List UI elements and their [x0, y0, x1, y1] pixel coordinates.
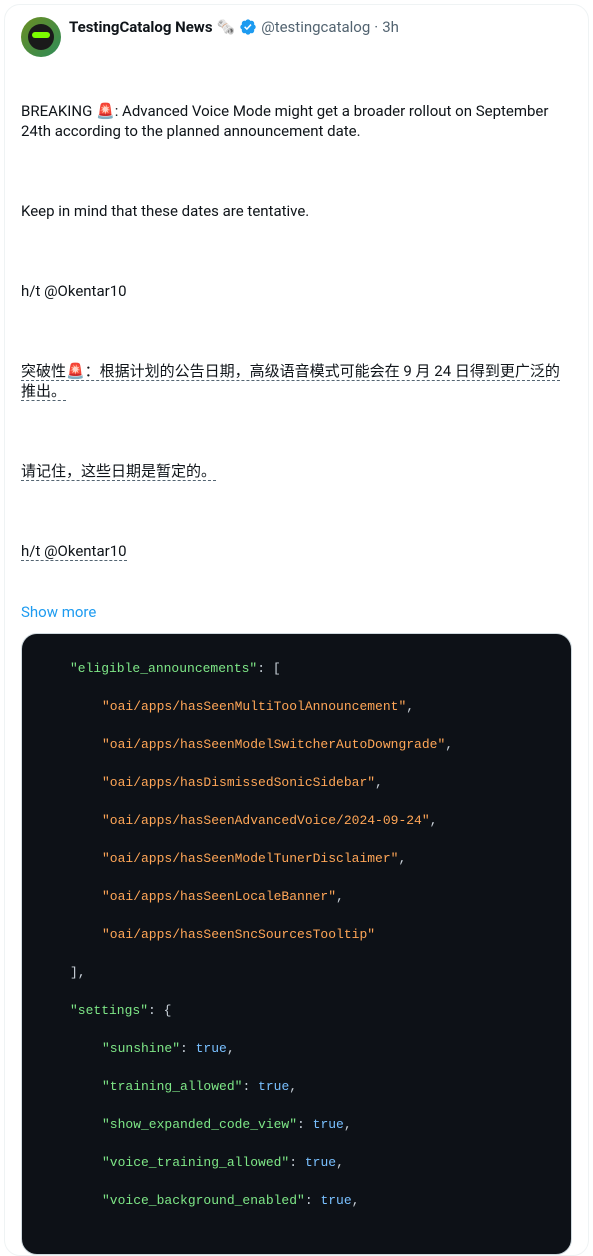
- display-name[interactable]: TestingCatalog News: [69, 17, 213, 37]
- show-more-link[interactable]: Show more: [21, 603, 96, 621]
- tweet-media-code[interactable]: "eligible_announcements": [ "oai/apps/ha…: [21, 633, 572, 1255]
- verified-badge-icon: [239, 18, 257, 36]
- tweet[interactable]: TestingCatalog News 🗞️ @testingcatalog ·…: [4, 4, 589, 1256]
- separator: ·: [374, 17, 378, 37]
- body-paragraph: h/t @Okentar10: [21, 281, 572, 301]
- code-block: "eligible_announcements": [ "oai/apps/ha…: [22, 634, 571, 1254]
- tweet-header: TestingCatalog News 🗞️ @testingcatalog ·…: [21, 17, 572, 57]
- translated-text: h/t @Okentar10: [21, 542, 127, 561]
- tweet-body: BREAKING 🚨: Advanced Voice Mode might ge…: [21, 61, 572, 601]
- body-paragraph: BREAKING 🚨: Advanced Voice Mode might ge…: [21, 101, 572, 141]
- body-paragraph: Keep in mind that these dates are tentat…: [21, 201, 572, 221]
- translated-text: 请记住，这些日期是暂定的。: [21, 462, 216, 481]
- newspaper-icon: 🗞️: [217, 17, 236, 37]
- handle[interactable]: @testingcatalog: [261, 17, 370, 37]
- avatar[interactable]: [21, 17, 61, 57]
- translated-text: 突破性🚨：根据计划的公告日期，高级语音模式可能会在 9 月 24 日得到更广泛的…: [21, 362, 560, 401]
- timestamp[interactable]: 3h: [382, 17, 399, 37]
